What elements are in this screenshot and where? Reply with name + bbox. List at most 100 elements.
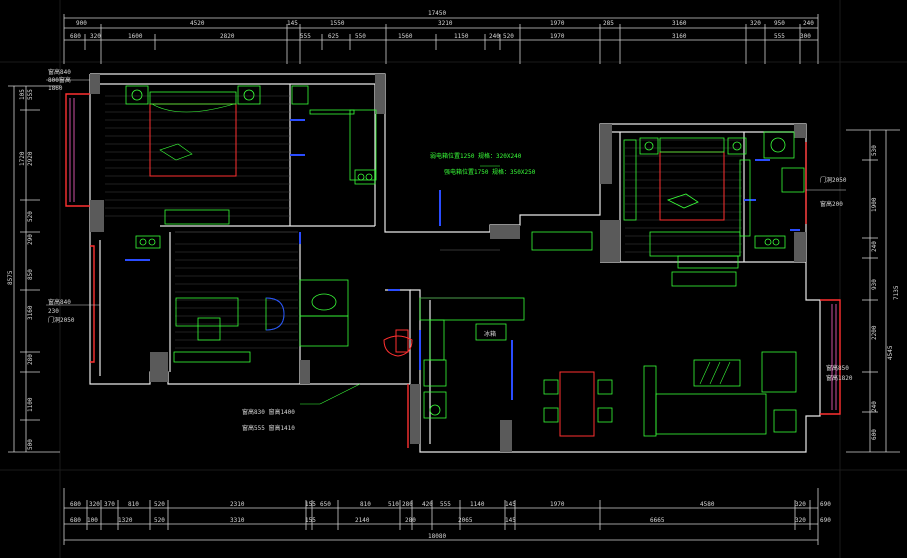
svg-text:1900: 1900 [871, 197, 878, 212]
master-bed-pillows [151, 103, 235, 161]
svg-text:690: 690 [820, 501, 831, 508]
svg-text:555: 555 [440, 501, 451, 508]
svg-text:320: 320 [795, 501, 806, 508]
svg-text:290: 290 [27, 234, 34, 245]
svg-text:280: 280 [27, 354, 34, 365]
study-furniture [135, 235, 285, 363]
svg-text:810: 810 [128, 501, 139, 508]
svg-text:4520: 4520 [190, 20, 205, 27]
svg-text:6665: 6665 [650, 517, 665, 524]
svg-text:555: 555 [27, 89, 34, 100]
window-note-4: 窗高840 [48, 298, 71, 306]
tv-hatch [699, 361, 731, 385]
svg-text:240: 240 [871, 401, 878, 412]
svg-text:500: 500 [27, 439, 34, 450]
window-note-right-3: 窗高1820 [826, 374, 853, 382]
svg-text:300: 300 [800, 33, 811, 40]
svg-text:520: 520 [154, 517, 165, 524]
overall-width-label: 17450 [428, 10, 446, 17]
svg-text:1100: 1100 [27, 397, 34, 412]
svg-text:155: 155 [305, 501, 316, 508]
door-note-left: 门洞2050 [48, 316, 75, 324]
svg-text:7135: 7135 [893, 285, 900, 300]
window-note-5: 230 [48, 308, 59, 315]
svg-text:3210: 3210 [438, 20, 453, 27]
floor-plan-canvas: 17450 900 4520 145 1550 3210 1970 285 31… [0, 0, 907, 558]
svg-text:1970: 1970 [550, 501, 565, 508]
svg-text:520: 520 [154, 501, 165, 508]
svg-text:850: 850 [27, 269, 34, 280]
svg-text:320: 320 [750, 20, 761, 27]
left-total-label: 8575 [7, 270, 14, 285]
overall-bottom-label: 18080 [428, 533, 446, 540]
svg-text:2065: 2065 [458, 517, 473, 524]
svg-text:680: 680 [70, 517, 81, 524]
svg-text:2310: 2310 [230, 501, 245, 508]
svg-text:680: 680 [70, 33, 81, 40]
svg-text:555: 555 [774, 33, 785, 40]
toilet [383, 329, 413, 357]
door-note-right: 门洞2050 [820, 176, 847, 184]
svg-text:105: 105 [19, 89, 26, 100]
svg-text:420: 420 [422, 501, 433, 508]
svg-text:4580: 4580 [700, 501, 715, 508]
second-bed [659, 151, 725, 221]
svg-text:1140: 1140 [470, 501, 485, 508]
window-note-3: 1860 [48, 85, 63, 92]
svg-text:3160: 3160 [672, 33, 687, 40]
window-note-right-2: 窗高850 [826, 364, 849, 372]
bottom-dim-labels: 680 320 370 810 520 2310 155 650 810 510 280 4… [70, 501, 831, 540]
svg-text:240: 240 [871, 241, 878, 252]
svg-text:900: 900 [76, 20, 87, 27]
window-note-2: 800窗高 [48, 76, 71, 84]
window-glass [69, 98, 837, 410]
svg-text:550: 550 [355, 33, 366, 40]
svg-text:680: 680 [70, 501, 81, 508]
weak-box-note: 弱电箱位置1250 规格：320X240 [430, 152, 522, 160]
leader-lines [300, 165, 500, 405]
svg-text:240: 240 [803, 20, 814, 27]
svg-text:2820: 2820 [220, 33, 235, 40]
svg-text:1970: 1970 [550, 33, 565, 40]
cad-drawing: 17450 900 4520 145 1550 3210 1970 285 31… [0, 0, 907, 558]
dining-table [559, 371, 595, 437]
right-dim-labels: 530 1900 240 930 2200 240 600 4545 7135 [871, 145, 900, 440]
svg-text:2200: 2200 [871, 325, 878, 340]
svg-text:155: 155 [305, 517, 316, 524]
window-note-1: 窗高840 [48, 68, 71, 76]
svg-text:280: 280 [402, 501, 413, 508]
svg-text:810: 810 [360, 501, 371, 508]
hatch-areas [175, 231, 500, 299]
svg-text:3310: 3310 [230, 517, 245, 524]
svg-text:930: 930 [871, 279, 878, 290]
svg-text:320: 320 [795, 517, 806, 524]
svg-text:145: 145 [505, 501, 516, 508]
window-note-bottom-1: 窗高830 窗高1400 [242, 408, 295, 416]
study-chair [265, 297, 285, 331]
kitchen [419, 297, 525, 419]
second-bed-details [623, 137, 751, 269]
svg-text:600: 600 [871, 429, 878, 440]
svg-text:690: 690 [820, 517, 831, 524]
svg-text:1560: 1560 [398, 33, 413, 40]
svg-text:555: 555 [300, 33, 311, 40]
svg-text:320: 320 [89, 501, 100, 508]
svg-text:520: 520 [503, 33, 514, 40]
svg-text:3160: 3160 [672, 20, 687, 27]
svg-text:1320: 1320 [118, 517, 133, 524]
svg-text:625: 625 [328, 33, 339, 40]
svg-text:145: 145 [287, 20, 298, 27]
svg-text:3160: 3160 [27, 305, 34, 320]
floor-hatch [105, 95, 742, 349]
master-bed-headboard [125, 85, 261, 225]
svg-text:285: 285 [603, 20, 614, 27]
svg-text:520: 520 [27, 211, 34, 222]
fridge-label: 冰箱 [484, 330, 496, 338]
svg-text:650: 650 [320, 501, 331, 508]
svg-text:1970: 1970 [550, 20, 565, 27]
svg-text:370: 370 [104, 501, 115, 508]
svg-text:240: 240 [489, 33, 500, 40]
svg-text:1720: 1720 [19, 151, 26, 166]
walls [89, 73, 821, 453]
svg-text:1550: 1550 [330, 20, 345, 27]
